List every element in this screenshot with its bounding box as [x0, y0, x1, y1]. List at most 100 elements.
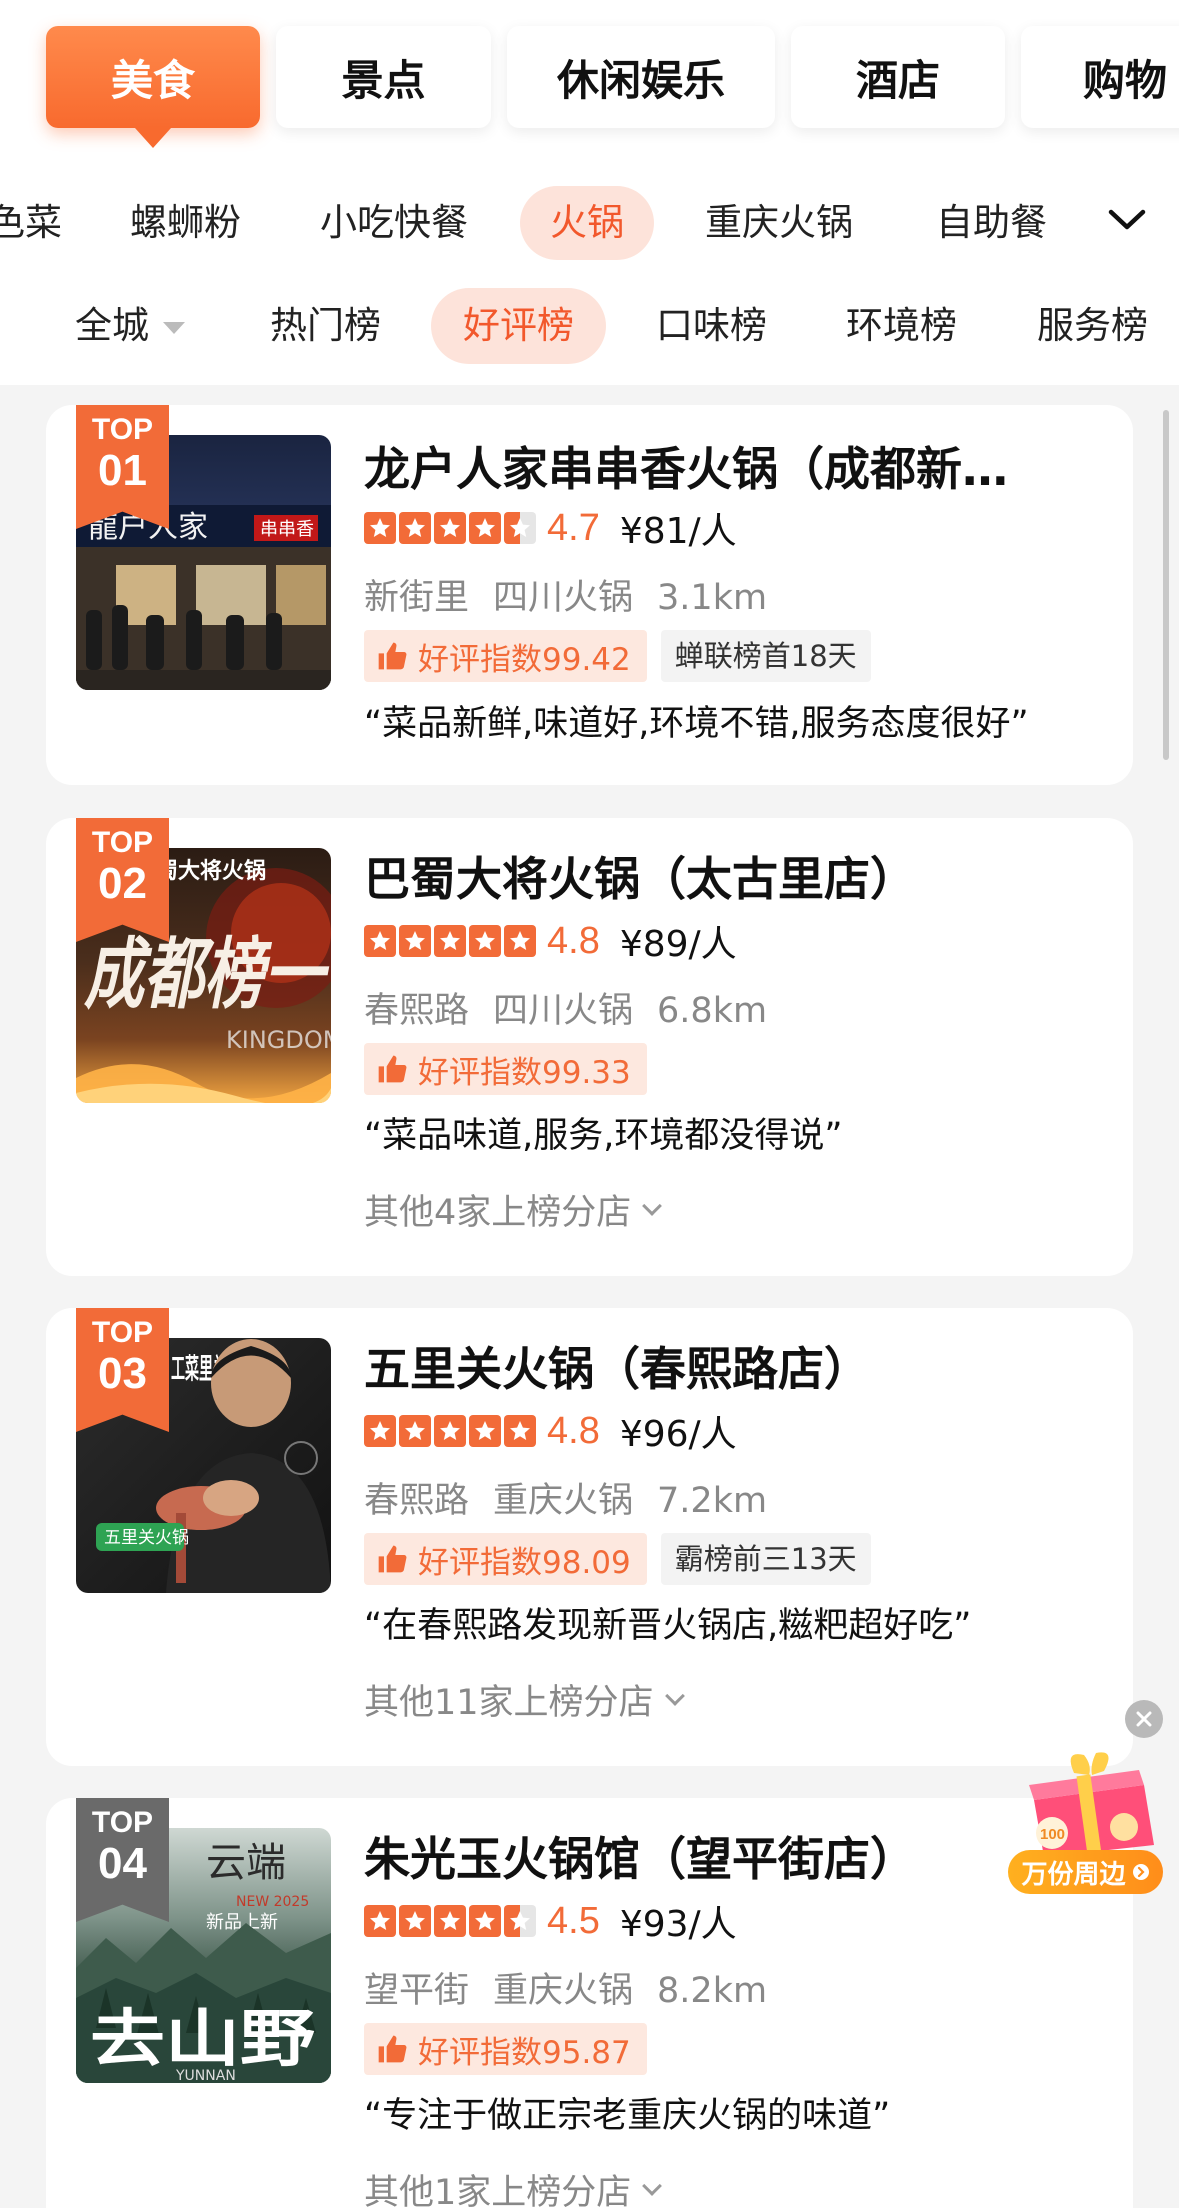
rating-row: 4.5 ¥93/人 — [364, 1899, 737, 1945]
star-icon — [399, 925, 431, 957]
restaurant-name[interactable]: 朱光玉火锅馆（望平街店） — [364, 1823, 916, 1889]
category-tab-shopping[interactable]: 购物 — [1021, 26, 1179, 128]
poster-year-text: NEW 2025 — [236, 1894, 309, 1910]
praise-index-value: 好评指数99.33 — [418, 1054, 631, 1091]
poster-english-text: KINGDOM — [226, 1026, 331, 1054]
other-branches-link[interactable]: 其他1家上榜分店 — [364, 2164, 663, 2208]
city-filter-dropdown[interactable]: 全城 — [75, 288, 185, 364]
thumbs-up-icon — [378, 1055, 407, 1083]
category-tab-food[interactable]: 美食 — [46, 26, 260, 148]
star-rating — [364, 1415, 539, 1447]
rank-tab-taste[interactable]: 口味榜 — [656, 288, 767, 364]
poster-english-text: YUNNAN — [175, 2068, 236, 2083]
star-icon — [504, 1415, 536, 1447]
rank-tab-service[interactable]: 服务榜 — [1037, 288, 1148, 364]
review-quote: “菜品新鲜,味道好,环境不错,服务态度很好” — [364, 704, 1029, 744]
other-branches-link[interactable]: 其他11家上榜分店 — [364, 1674, 685, 1725]
thumbs-up-icon — [378, 1545, 407, 1573]
rank-badge-number: 02 — [98, 859, 147, 908]
sub-tab-featured[interactable]: 色菜 — [0, 186, 62, 260]
rank-tab-environment[interactable]: 环境榜 — [846, 288, 957, 364]
tag-row: 好评指数99.42 蝉联榜首18天 — [364, 630, 871, 682]
review-quote: “菜品味道,服务,环境都没得说” — [364, 1116, 843, 1156]
half-star-icon — [504, 512, 536, 544]
star-icon — [504, 925, 536, 957]
poster-headline-text: 成都榜一 — [84, 929, 329, 1020]
floating-promo-text: 万份周边 — [1021, 1859, 1126, 1890]
rank-badge: TOP 01 — [76, 405, 169, 529]
restaurant-meta: 春熙路 重庆火锅 7.2km — [364, 1472, 791, 1523]
close-floating-widget-button[interactable] — [1125, 1700, 1163, 1738]
rank-tab-top-rated[interactable]: 好评榜 — [431, 288, 606, 364]
scrollbar[interactable] — [1163, 410, 1169, 760]
thumbs-up-icon — [378, 642, 407, 670]
restaurant-card[interactable]: 龍户人家 串串香 TOP 01 龙户人家串串香火锅（成都新… 4.7 ¥81/人… — [46, 405, 1133, 785]
sub-tab-hotpot[interactable]: 火锅 — [520, 186, 654, 260]
restaurant-card[interactable]: 蜀大将火锅 成都榜一 KINGDOM TOP 02 巴蜀大将火锅（太古里店） 4… — [46, 818, 1133, 1276]
star-icon — [399, 512, 431, 544]
star-icon — [399, 1415, 431, 1447]
expand-subcategories-button[interactable] — [1075, 168, 1179, 272]
star-icon — [469, 1905, 501, 1937]
tag-row: 好评指数99.33 — [364, 1043, 647, 1095]
sub-tab-snacks[interactable]: 小吃快餐 — [320, 186, 468, 260]
close-icon — [1136, 1711, 1152, 1727]
chevron-down-icon — [642, 2175, 663, 2196]
rating-score: 4.8 — [547, 919, 600, 962]
floating-promo-label[interactable]: 万份周边 — [1008, 1850, 1163, 1894]
rating-row: 4.8 ¥96/人 — [364, 1409, 737, 1455]
caret-down-icon — [163, 321, 185, 334]
chevron-down-icon — [1108, 209, 1146, 230]
gift-badge-text: 100 — [1040, 1826, 1065, 1843]
restaurant-name[interactable]: 巴蜀大将火锅（太古里店） — [364, 843, 916, 909]
rating-score: 4.7 — [547, 506, 600, 549]
distance-label: 8.2km — [657, 1971, 768, 2011]
sub-tab-chongqing-hotpot[interactable]: 重庆火锅 — [705, 186, 853, 260]
price-per-person: ¥89/人 — [619, 924, 737, 965]
cuisine-label: 四川火锅 — [493, 991, 634, 1031]
rating-score: 4.5 — [547, 1899, 600, 1942]
area-label: 春熙路 — [364, 991, 470, 1031]
sub-tab-luosifen[interactable]: 螺蛳粉 — [130, 186, 241, 260]
other-branches-label: 其他4家上榜分店 — [364, 1193, 632, 1233]
price-per-person: ¥96/人 — [619, 1414, 737, 1455]
sub-tab-buffet[interactable]: 自助餐 — [936, 186, 1047, 260]
star-icon — [434, 1905, 466, 1937]
star-icon — [364, 1905, 396, 1937]
restaurant-meta: 望平街 重庆火锅 8.2km — [364, 1962, 791, 2013]
rating-row: 4.8 ¥89/人 — [364, 919, 737, 965]
rating-row: 4.7 ¥81/人 — [364, 506, 737, 552]
category-tab-entertainment[interactable]: 休闲娱乐 — [507, 26, 775, 128]
rank-badge-top: TOP — [91, 413, 154, 446]
other-branches-link[interactable]: 其他4家上榜分店 — [364, 1184, 663, 1235]
praise-index-tag: 好评指数98.09 — [364, 1533, 647, 1585]
restaurant-name[interactable]: 龙户人家串串香火锅（成都新… — [364, 433, 1008, 499]
chevron-right-icon — [1132, 1864, 1149, 1880]
restaurant-card[interactable]: 云端 NEW 2025 新品上新 去山野 YUNNAN TOP 04 朱光玉火锅… — [46, 1798, 1133, 2208]
rank-badge-number: 03 — [98, 1349, 147, 1398]
category-tab-attractions[interactable]: 景点 — [276, 26, 491, 128]
rank-tab-popular[interactable]: 热门榜 — [270, 288, 381, 364]
star-icon — [399, 1905, 431, 1937]
star-icon — [434, 512, 466, 544]
praise-index-value: 好评指数95.87 — [418, 2034, 631, 2071]
rating-score: 4.8 — [547, 1409, 600, 1452]
poster-badge-text: 五里关火锅 — [104, 1528, 189, 1548]
restaurant-name[interactable]: 五里关火锅（春熙路店） — [364, 1333, 870, 1399]
storefront-sign-sub: 串串香 — [260, 519, 314, 540]
praise-index-value: 好评指数98.09 — [418, 1544, 631, 1581]
star-icon — [364, 1415, 396, 1447]
area-label: 新街里 — [364, 578, 470, 618]
review-quote: “专注于做正宗老重庆火锅的味道” — [364, 2096, 891, 2136]
rank-badge-top: TOP — [91, 826, 154, 859]
chevron-down-icon — [642, 1195, 663, 1216]
rank-badge: TOP 03 — [76, 1308, 169, 1432]
poster-top-text: 云端 — [206, 1840, 286, 1886]
rank-badge: TOP 02 — [76, 818, 169, 942]
other-branches-label: 其他11家上榜分店 — [364, 1683, 654, 1723]
category-tab-hotel[interactable]: 酒店 — [791, 26, 1005, 128]
star-icon — [364, 512, 396, 544]
restaurant-card[interactable]: 工菜里关 五里关火锅 TOP 03 五里关火锅（春熙路店） 4.8 ¥96/人 … — [46, 1308, 1133, 1766]
city-filter-label: 全城 — [75, 304, 149, 347]
rank-badge-number: 01 — [98, 446, 147, 495]
